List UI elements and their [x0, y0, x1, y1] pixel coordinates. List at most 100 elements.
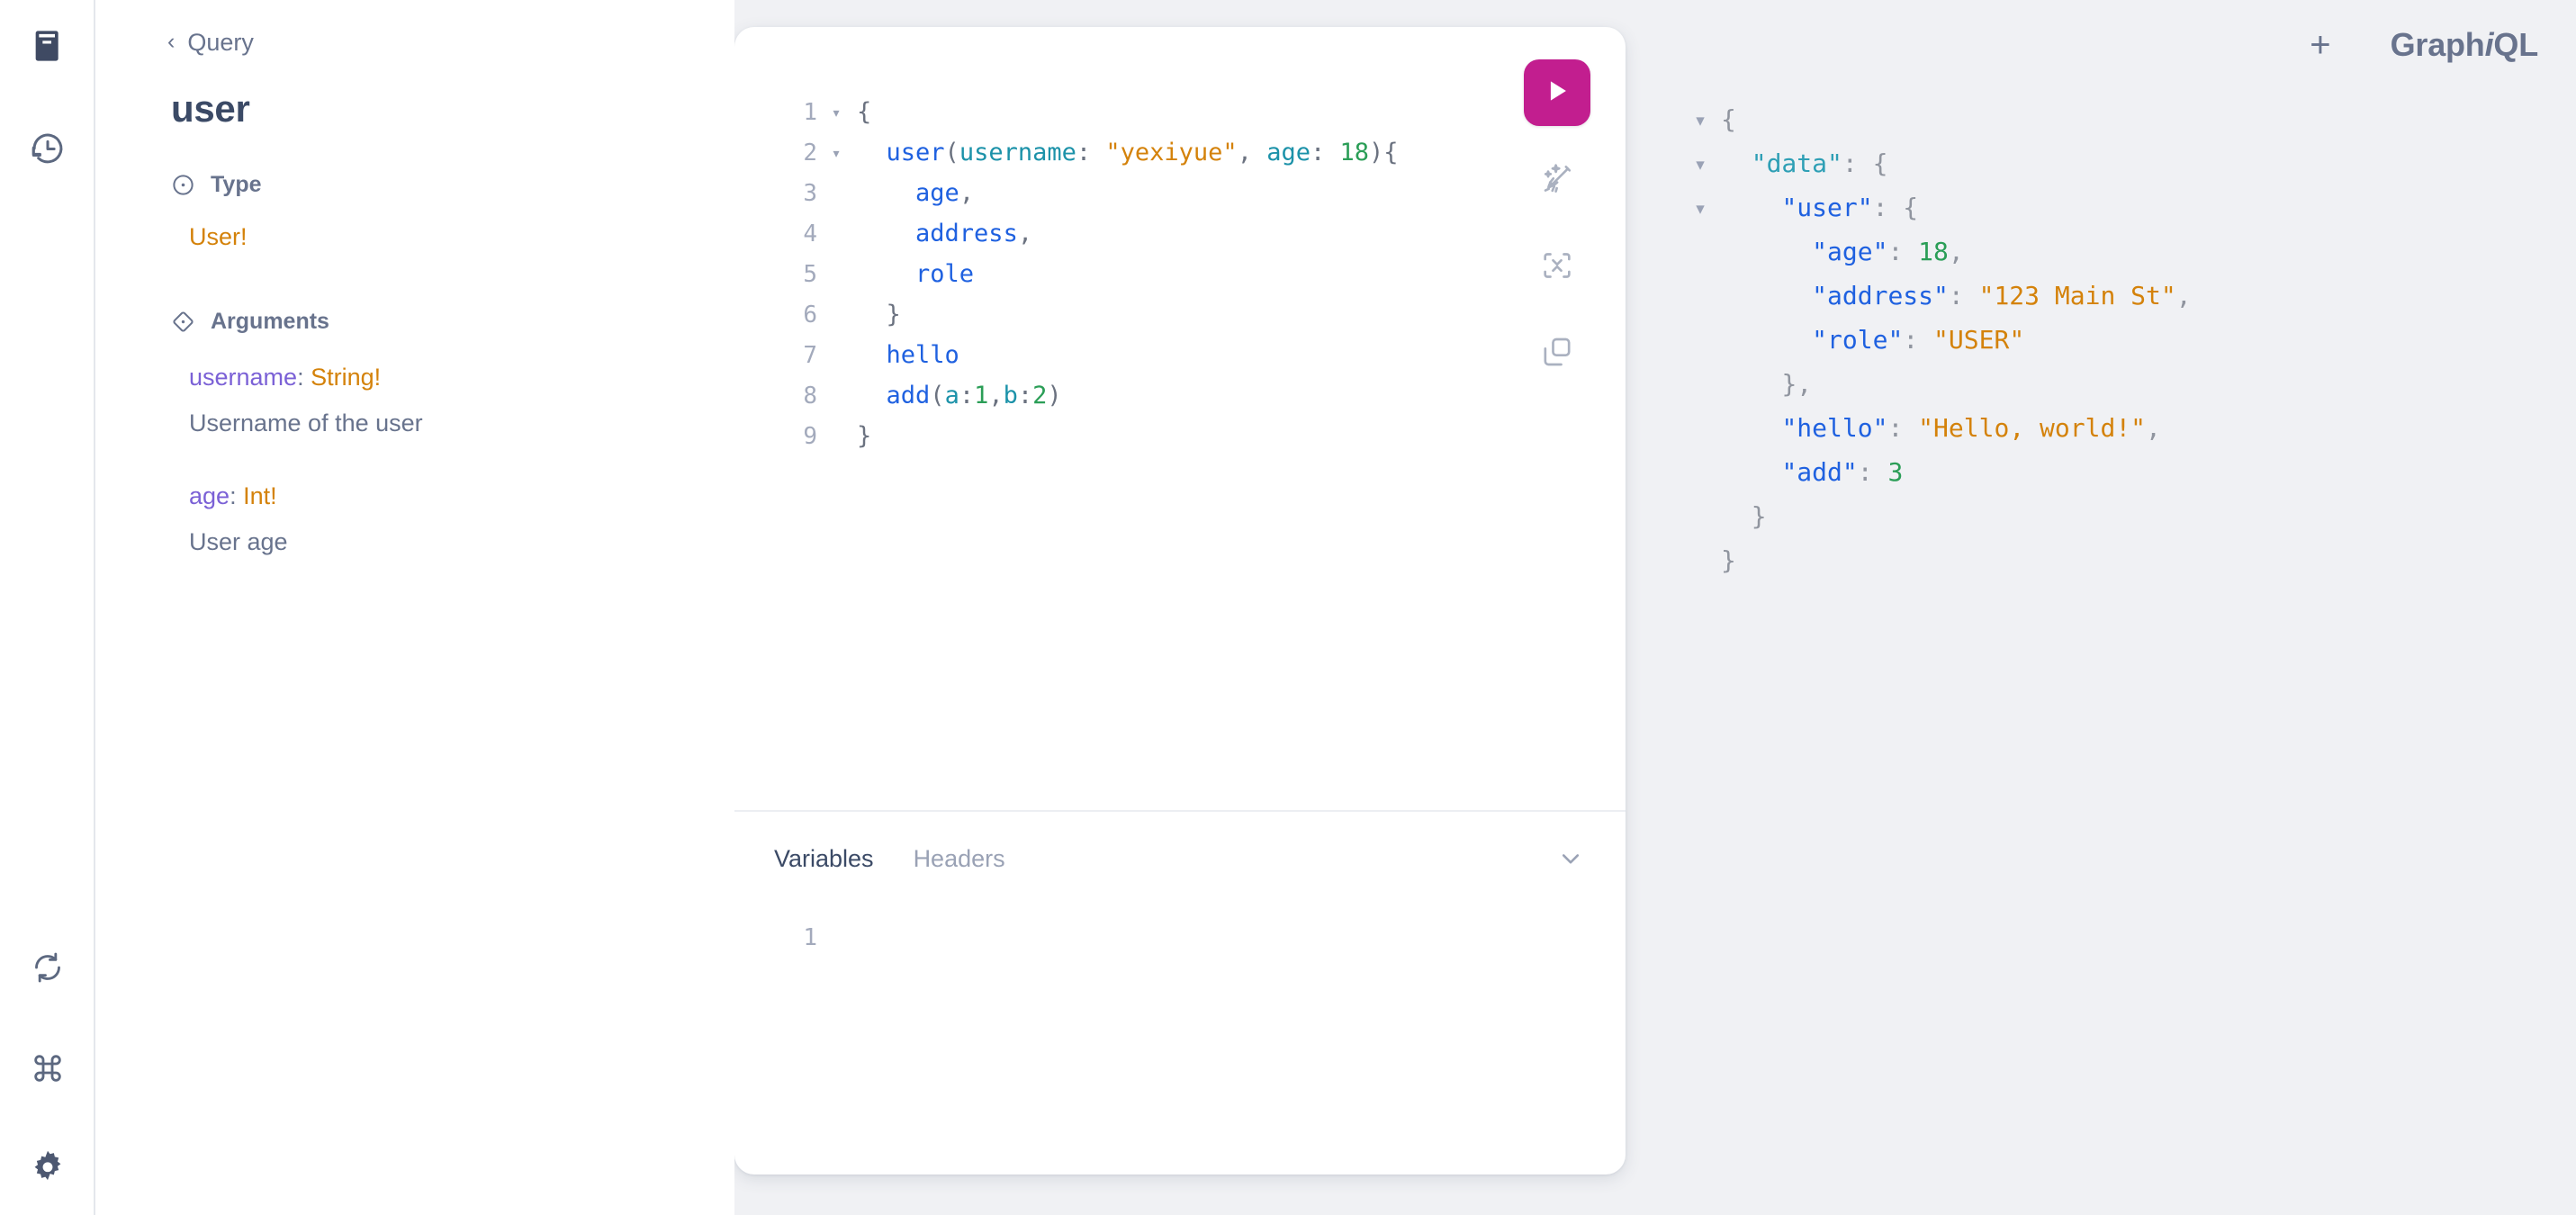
token-key: "role": [1812, 325, 1904, 355]
token-punct: {: [1721, 104, 1736, 134]
fold-triangle-icon[interactable]: ▾: [823, 93, 850, 133]
response-line: },: [1680, 362, 2576, 406]
token-punct: (: [930, 382, 945, 410]
type-circle-icon: [171, 173, 195, 197]
type-value-link[interactable]: User!: [171, 223, 695, 251]
copy-query-button[interactable]: [1524, 319, 1590, 385]
line-number: 9: [803, 423, 817, 450]
query-line[interactable]: 8 add(a:1,b:2): [734, 375, 1626, 416]
line-content[interactable]: {: [850, 92, 1626, 132]
query-editor-pane[interactable]: 1 ▾{2 ▾ user(username: "yexiyue", age: 18)…: [734, 27, 1626, 812]
variables-editor-line[interactable]: 1: [734, 918, 857, 958]
fold-triangle-icon[interactable]: ▾: [823, 133, 850, 174]
execute-toolbar: [1519, 59, 1595, 385]
argument-signature[interactable]: age: Int!: [171, 479, 695, 514]
chevron-down-icon[interactable]: [1555, 843, 1586, 874]
query-editor[interactable]: 1 ▾{2 ▾ user(username: "yexiyue", age: 18)…: [734, 92, 1626, 456]
query-line[interactable]: 2 ▾ user(username: "yexiyue", age: 18){: [734, 132, 1626, 173]
query-line[interactable]: 5 role: [734, 254, 1626, 294]
argument-signature[interactable]: username: String!: [171, 360, 695, 395]
query-line[interactable]: 7 hello: [734, 335, 1626, 375]
sidebar-item-shortcuts[interactable]: [0, 1035, 95, 1102]
arguments-section-label: Arguments: [211, 309, 329, 334]
graphiql-app: ‹ Query user Type User! Arguments userna…: [0, 0, 2576, 1215]
fold-triangle-icon[interactable]: ▾: [1680, 99, 1721, 143]
tab-variables[interactable]: Variables: [774, 846, 874, 871]
query-line[interactable]: 4 address,: [734, 213, 1626, 254]
argument-type[interactable]: Int!: [243, 482, 277, 509]
copy-icon: [1539, 334, 1575, 370]
line-content[interactable]: address,: [850, 213, 1626, 254]
merge-fragments-button[interactable]: [1524, 232, 1590, 299]
line-content[interactable]: }: [850, 416, 1626, 456]
tab-headers[interactable]: Headers: [914, 846, 1005, 871]
type-section-heading: Type: [171, 172, 695, 198]
token-string: "USER": [1933, 325, 2025, 355]
response-line: }: [1680, 494, 2576, 538]
sidebar-item-docs[interactable]: [0, 13, 95, 79]
token-arg: a: [944, 382, 959, 410]
sidebar-item-settings[interactable]: [0, 1134, 95, 1201]
token-punct: ,: [2146, 413, 2161, 443]
response-line-content: "user": {: [1721, 185, 2576, 230]
argument-type[interactable]: String!: [311, 364, 381, 391]
query-line[interactable]: 3 age,: [734, 173, 1626, 213]
token-field: add: [886, 382, 931, 410]
query-line[interactable]: 1 ▾{: [734, 92, 1626, 132]
line-content[interactable]: }: [850, 294, 1626, 335]
response-line-content: "age": 18,: [1721, 230, 2576, 274]
variables-line-number: 1: [803, 924, 817, 951]
line-content[interactable]: user(username: "yexiyue", age: 18){: [850, 132, 1626, 173]
token-punct: (: [944, 139, 959, 166]
line-content[interactable]: hello: [850, 335, 1626, 375]
query-line[interactable]: 9}: [734, 416, 1626, 456]
breadcrumb-label[interactable]: Query: [187, 31, 254, 55]
breadcrumb[interactable]: ‹ Query: [167, 31, 695, 55]
token-string: "Hello, world!": [1918, 413, 2147, 443]
prettify-button[interactable]: [1524, 146, 1590, 212]
merge-collapse-icon: [1539, 248, 1575, 284]
line-content[interactable]: role: [850, 254, 1626, 294]
response-line: "hello": "Hello, world!",: [1680, 406, 2576, 450]
token-punct: }: [1721, 545, 1736, 575]
token-punct: : {: [1842, 148, 1888, 178]
response-line: "age": 18,: [1680, 230, 2576, 274]
back-chevron-icon[interactable]: ‹: [167, 31, 175, 53]
sidebar-item-history[interactable]: [0, 115, 95, 182]
token-number: 3: [1887, 457, 1904, 487]
variables-editor[interactable]: 1: [734, 905, 1626, 1174]
add-tab-button[interactable]: +: [2301, 22, 2339, 68]
response-line-content: "role": "USER": [1721, 318, 2576, 362]
response-line: "add": 3: [1680, 450, 2576, 494]
token-punct: :: [1887, 413, 1919, 443]
response-line-content: "add": 3: [1721, 450, 2576, 494]
line-content[interactable]: add(a:1,b:2): [850, 375, 1626, 416]
line-content[interactable]: age,: [850, 173, 1626, 213]
response-line: ▾ "user": {: [1680, 185, 2576, 230]
token-punct: }: [857, 422, 872, 450]
execute-query-button[interactable]: [1524, 59, 1590, 126]
response-pane[interactable]: ▾{▾ "data": {▾ "user": { "age": 18, "add…: [1680, 0, 2576, 1215]
line-number: 6: [803, 302, 817, 328]
token-punct: :: [1903, 325, 1934, 355]
token-number: 1: [974, 382, 989, 410]
token-punct: :: [1857, 457, 1888, 487]
token-punct: ,: [959, 179, 975, 207]
sidebar-item-refresh-schema[interactable]: [0, 934, 95, 1001]
fold-triangle-icon[interactable]: ▾: [1680, 143, 1721, 187]
fold-triangle-icon[interactable]: ▾: [1680, 187, 1721, 231]
token-punct: ,: [988, 382, 1004, 410]
logo-suffix: QL: [2493, 26, 2538, 63]
query-line[interactable]: 6 }: [734, 294, 1626, 335]
response-viewer[interactable]: ▾{▾ "data": {▾ "user": { "age": 18, "add…: [1680, 97, 2576, 582]
argument-name: username: [189, 364, 298, 391]
arguments-section-heading: Arguments: [171, 309, 695, 335]
token-punct: ,: [1017, 220, 1033, 248]
response-line: }: [1680, 538, 2576, 582]
